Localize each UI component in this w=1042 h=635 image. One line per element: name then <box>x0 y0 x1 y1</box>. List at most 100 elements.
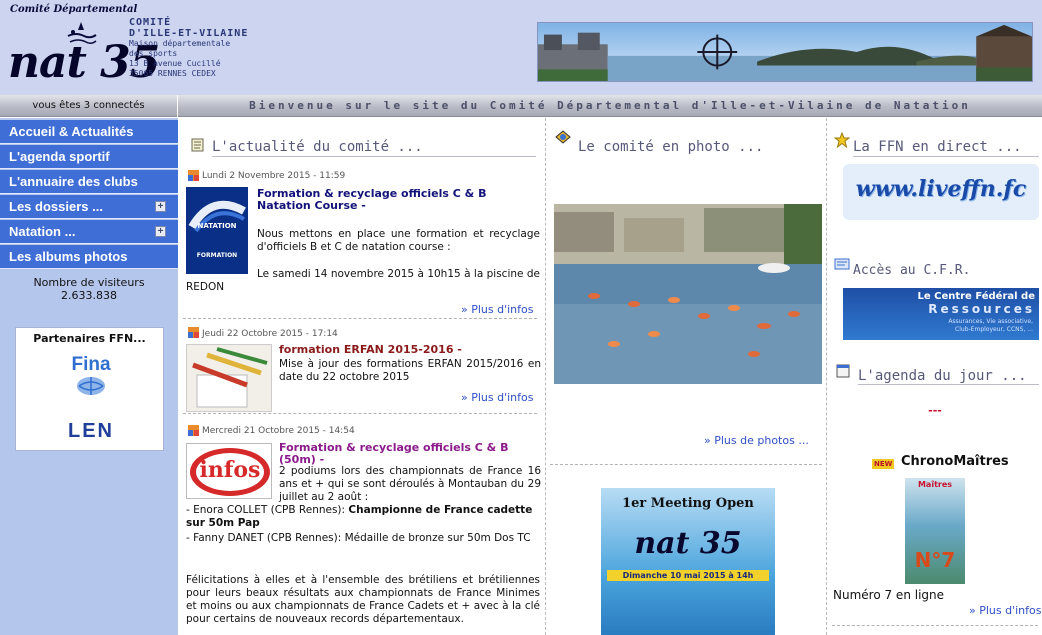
menu-item-natation[interactable]: Natation ... + <box>0 220 178 244</box>
menu-item-label: Accueil & Actualités <box>9 124 134 139</box>
news-thumbnail[interactable] <box>186 344 272 412</box>
visitors-count: 2.633.838 <box>61 289 117 302</box>
menu-item-label: Natation ... <box>9 224 76 239</box>
org-line: 35065 RENNES CEDEX <box>129 69 216 78</box>
partners-title: Partenaires FFN... <box>33 332 146 345</box>
news-text: 2 podiums lors des championnats de Franc… <box>279 465 541 503</box>
cfr-banner[interactable]: Le Centre Fédéral de Ressources Assuranc… <box>843 288 1039 340</box>
menu-item-label: Les albums photos <box>9 249 128 264</box>
liveffn-text: www.liveffn.fc <box>855 176 1027 202</box>
menu-item-accueil[interactable]: Accueil & Actualités <box>0 120 178 144</box>
double-chevron-icon: » <box>704 434 711 447</box>
news-thumbnail[interactable]: infos <box>186 443 272 499</box>
cfr-line: Ressources <box>928 302 1035 316</box>
double-chevron-icon: » <box>969 604 976 617</box>
org-line: COMITÉ <box>129 17 172 28</box>
cfr-line: Club-Employeur, CCNS, ... <box>955 326 1033 333</box>
thumb-label: infos <box>199 457 261 483</box>
ffn-column: La FFN en direct ... www.liveffn.fc Accè… <box>828 118 1042 635</box>
len-logo[interactable]: LEN <box>64 420 118 444</box>
poster-title: 1er Meeting Open <box>622 496 754 511</box>
fina-logo-text: Fina <box>71 354 111 375</box>
org-line: des sports <box>129 49 178 58</box>
news-separator <box>183 413 537 414</box>
site-header: Comité Départemental nat 35 COMITÉ D'ILL… <box>0 0 1042 95</box>
calendar-icon <box>188 425 199 436</box>
news-text: Félicitations à elles et à l'ensemble de… <box>186 574 540 625</box>
len-logo-text: LEN <box>68 420 114 442</box>
news-bullet: - Fanny DANET (CPB Rennes): Médaille de … <box>186 532 531 544</box>
more-info-label: Plus d'infos <box>979 604 1042 617</box>
ffn-heading: La FFN en direct ... <box>853 139 1022 155</box>
calendar-icon <box>188 327 199 338</box>
more-info-label: Plus d'infos <box>471 303 534 316</box>
logo-tagline: Comité Départemental <box>10 4 138 15</box>
more-info-link[interactable]: » Plus d'infos <box>461 391 534 404</box>
news-title-link[interactable]: Formation & recyclage officiels C & B (5… <box>279 442 541 466</box>
photo-heading: Le comité en photo ... <box>578 139 764 155</box>
agenda-empty: --- <box>928 404 942 417</box>
mag-number: N°7 <box>914 548 956 572</box>
menu-item-label: Les dossiers ... <box>9 199 103 214</box>
photo-column: Le comité en photo ... » Plus de photos … <box>545 118 827 635</box>
star-icon <box>834 132 850 148</box>
scroll-icon <box>191 138 204 152</box>
chrono-title[interactable]: ChronoMaîtres <box>901 454 1009 469</box>
heading-underline <box>212 156 536 157</box>
org-line: D'ILLE-ET-VILAINE <box>129 28 249 39</box>
news-date: Lundi 2 Novembre 2015 - 11:59 <box>202 171 346 181</box>
cfr-line: Assurances, Vie associative, <box>948 318 1033 325</box>
news-text: Mise à jour des formations ERFAN 2015/20… <box>279 358 541 383</box>
news-thumbnail[interactable]: NATATION FORMATION <box>186 187 248 274</box>
welcome-marquee: Bienvenue sur le site du Comité Départem… <box>249 99 971 112</box>
globe-icon <box>77 377 105 395</box>
news-text: Le samedi 14 novembre 2015 à 10h15 à la … <box>186 268 540 293</box>
visitor-counter: Nombre de visiteurs 2.633.838 <box>0 276 178 302</box>
fina-logo[interactable]: Fina <box>66 354 116 400</box>
news-bullet: - Enora COLLET (CPB Rennes): Championne … <box>186 504 540 530</box>
news-title-link[interactable]: formation ERFAN 2015-2016 - <box>279 344 541 356</box>
menu-item-annuaire[interactable]: L'annuaire des clubs <box>0 170 178 194</box>
pencil-document-icon <box>192 347 268 408</box>
menu-item-albums[interactable]: Les albums photos <box>0 245 178 269</box>
org-line: Maison départementale <box>129 39 231 48</box>
more-photos-link[interactable]: » Plus de photos ... <box>704 434 809 447</box>
new-badge: NEW <box>872 459 895 469</box>
agenda-heading: L'agenda du jour ... <box>858 368 1027 384</box>
natation-swirl-icon <box>186 187 248 274</box>
menu-item-agenda[interactable]: L'agenda sportif <box>0 145 178 169</box>
double-chevron-icon: » <box>461 303 468 316</box>
connected-users: vous êtes 3 connectés <box>0 95 178 117</box>
cfr-icon <box>834 258 850 270</box>
camera-icon <box>555 130 571 144</box>
mag-title: Maîtres <box>917 480 953 489</box>
liveffn-banner[interactable]: www.liveffn.fc <box>843 164 1039 220</box>
more-info-link[interactable]: » Plus d'infos <box>969 604 1042 617</box>
chronomaitres-cover[interactable]: Maîtres N°7 <box>905 478 965 584</box>
header-banner-image <box>537 22 1033 82</box>
welcome-bar: vous êtes 3 connectés Bienvenue sur le s… <box>0 95 1042 117</box>
news-date: Mercredi 21 Octobre 2015 - 14:54 <box>202 426 355 436</box>
thumb-label: FORMATION <box>196 252 238 259</box>
expand-plus-icon[interactable]: + <box>155 201 166 212</box>
more-info-label: Plus d'infos <box>471 391 534 404</box>
news-column: L'actualité du comité ... Lundi 2 Novemb… <box>178 118 545 635</box>
org-line: 13 B avenue Cucillé <box>129 59 221 68</box>
more-photos-label: Plus de photos ... <box>714 434 809 447</box>
meeting-poster[interactable]: 1er Meeting Open nat 35 Dimanche 10 mai … <box>601 488 775 635</box>
news-title-link[interactable]: Formation & recyclage officiels C & B Na… <box>257 188 540 212</box>
site-logo[interactable]: Comité Départemental nat 35 <box>6 4 160 90</box>
poster-logo: nat 35 <box>634 526 742 561</box>
heading-underline <box>858 384 1039 385</box>
swimmers-photo[interactable] <box>554 204 822 384</box>
more-info-link[interactable]: » Plus d'infos <box>461 303 534 316</box>
cfr-line: Le Centre Fédéral de <box>917 291 1035 302</box>
news-heading: L'actualité du comité ... <box>212 139 423 155</box>
menu-item-dossiers[interactable]: Les dossiers ... + <box>0 195 178 219</box>
visitors-label: Nombre de visiteurs <box>33 276 145 289</box>
menu-item-label: L'agenda sportif <box>9 149 110 164</box>
double-chevron-icon: » <box>461 391 468 404</box>
bullet-text: - Enora COLLET (CPB Rennes): <box>186 504 349 516</box>
organization-address: COMITÉ D'ILLE-ET-VILAINE Maison départem… <box>129 17 248 79</box>
expand-plus-icon[interactable]: + <box>155 226 166 237</box>
